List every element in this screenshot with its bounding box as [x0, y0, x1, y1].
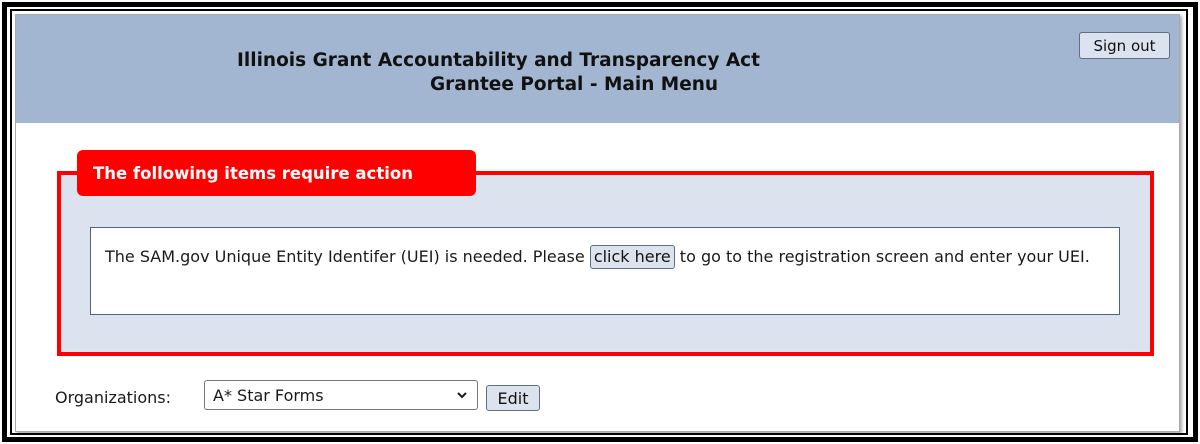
notice-text-after: to go to the registration screen and ent…	[674, 247, 1090, 266]
uei-notice-text: The SAM.gov Unique Entity Identifer (UEI…	[105, 244, 1105, 270]
page-title-line2: Grantee Portal - Main Menu	[430, 74, 719, 95]
main-menu-panel: Illinois Grant Accountability and Transp…	[15, 14, 1180, 432]
page-header: Illinois Grant Accountability and Transp…	[16, 15, 1179, 123]
page-title-line1: Illinois Grant Accountability and Transp…	[237, 50, 760, 71]
organizations-selected-value: A* Star Forms	[213, 385, 324, 405]
sign-out-button[interactable]: Sign out	[1079, 32, 1170, 59]
uei-notice: The SAM.gov Unique Entity Identifer (UEI…	[90, 227, 1120, 315]
organizations-select[interactable]: A* Star Forms	[204, 380, 478, 410]
organizations-label: Organizations:	[55, 388, 172, 407]
edit-organization-button[interactable]: Edit	[486, 385, 540, 411]
chevron-down-icon	[457, 392, 467, 399]
click-here-button[interactable]: click here	[589, 245, 675, 269]
action-required-legend: The following items require action	[77, 150, 476, 196]
notice-text-before: The SAM.gov Unique Entity Identifer (UEI…	[105, 247, 590, 266]
